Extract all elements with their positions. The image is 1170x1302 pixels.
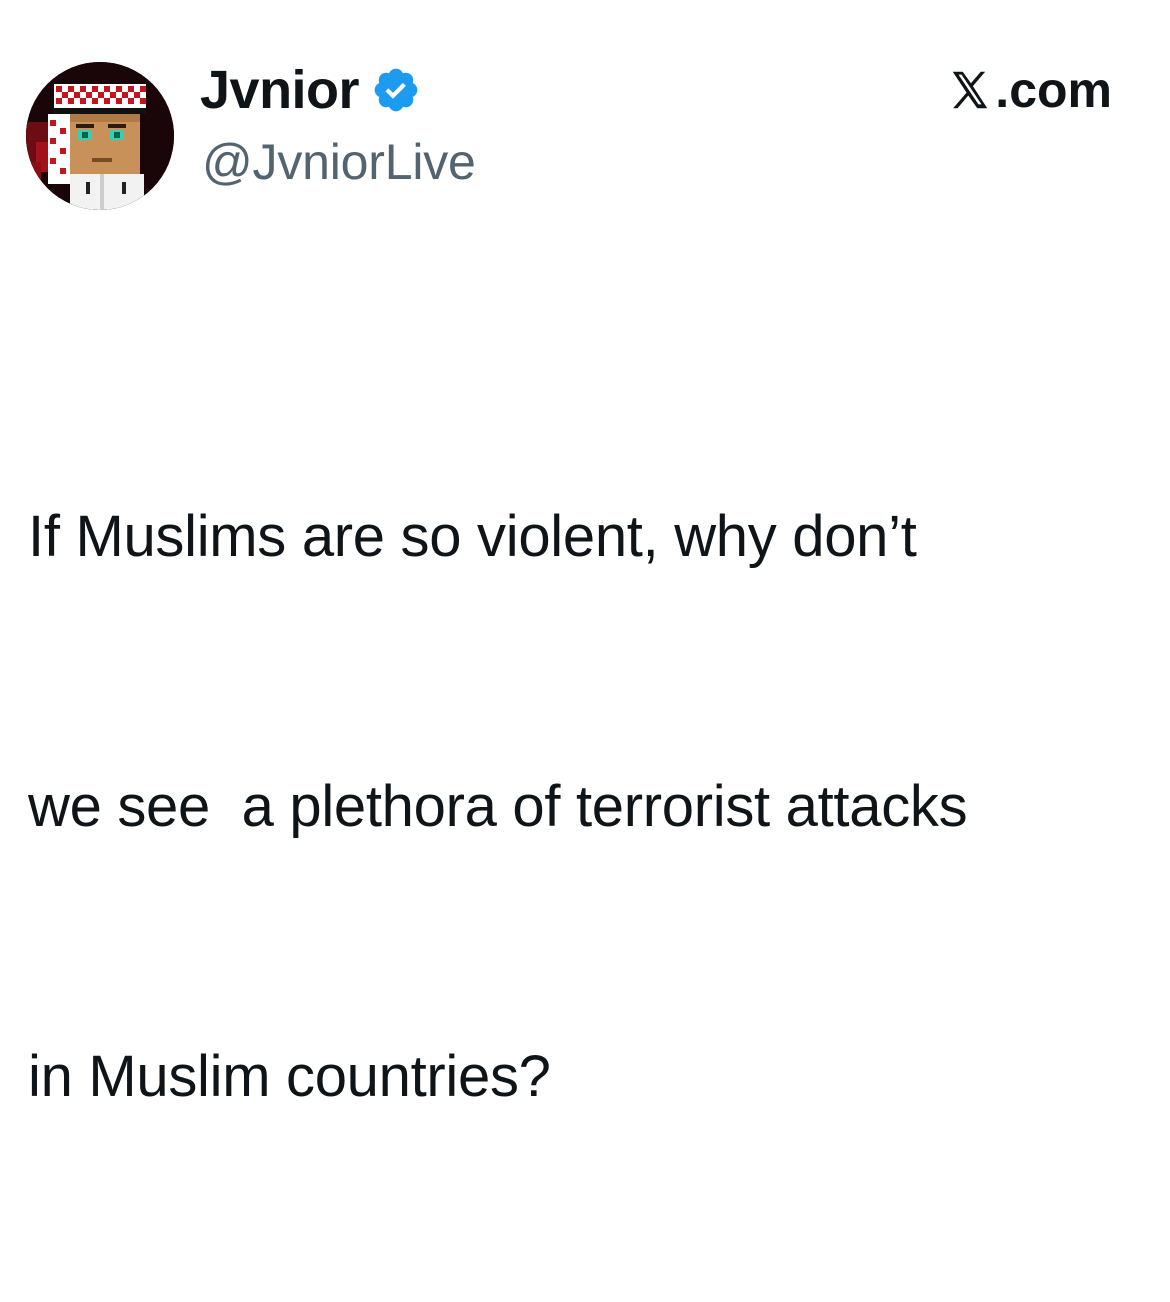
author-handle[interactable]: @JvniorLive (202, 137, 476, 187)
brand-watermark: .com (947, 62, 1112, 118)
brand-label: .com (995, 62, 1112, 118)
tweet-text-line: we see a plethora of terrorist attacks (28, 774, 968, 839)
verified-badge-icon (371, 65, 421, 115)
x-logo-icon (947, 67, 993, 113)
tweet-text-line: in Muslim countries? (28, 1044, 551, 1109)
display-name[interactable]: Jvnior (200, 63, 360, 117)
pixel-art-avatar-icon (26, 62, 174, 210)
tweet-text-line: If Muslims are so violent, why don’t (28, 504, 917, 569)
tweet-text: If Muslims are so violent, why don’t we … (28, 312, 1148, 1302)
display-name-row: Jvnior (200, 55, 421, 125)
tweet-card: Jvnior @JvniorLive .com If Muslims are s… (0, 0, 1170, 1109)
avatar[interactable] (26, 62, 174, 210)
